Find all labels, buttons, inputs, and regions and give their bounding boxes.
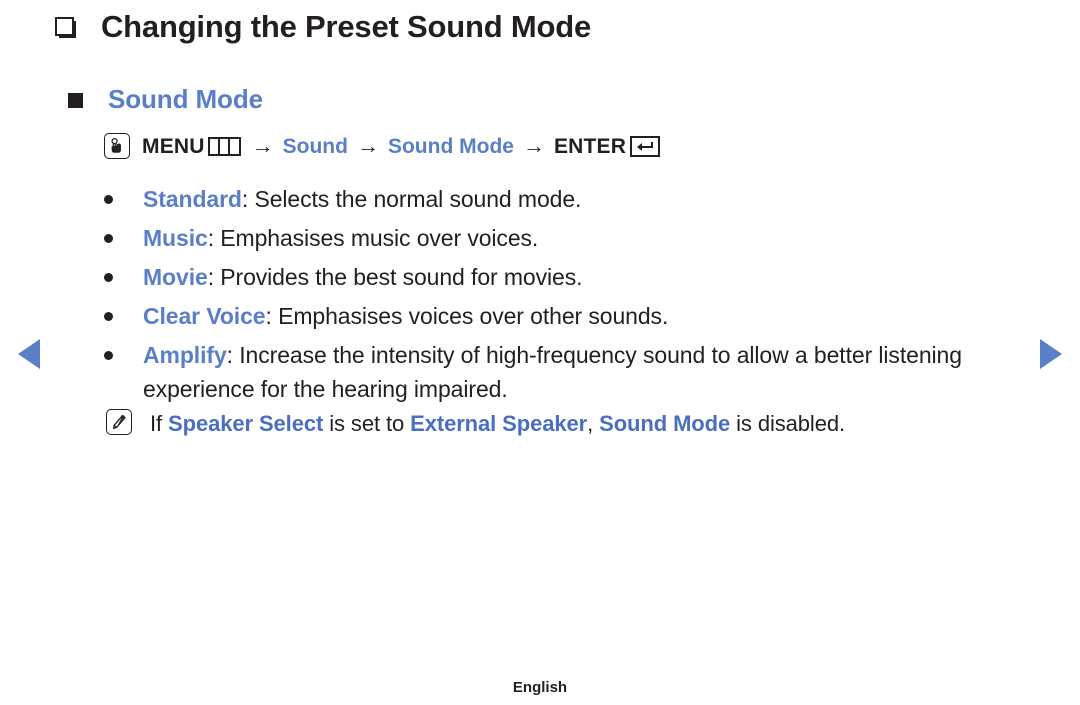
note-lead: If bbox=[150, 411, 169, 436]
previous-page-arrow-icon[interactable] bbox=[18, 339, 40, 369]
list-item: Movie: Provides the best sound for movie… bbox=[104, 260, 1004, 294]
option-term: Movie bbox=[143, 264, 208, 290]
option-term: Amplify bbox=[143, 342, 227, 368]
page-title-row: Changing the Preset Sound Mode bbox=[55, 8, 591, 45]
section-heading-row: Sound Mode bbox=[68, 84, 263, 115]
menu-step-sound: Sound bbox=[282, 134, 348, 158]
title-square-bullet-icon bbox=[55, 17, 76, 38]
hand-press-icon bbox=[104, 133, 130, 159]
note-pencil-icon bbox=[106, 409, 132, 435]
option-separator: : bbox=[207, 225, 221, 251]
menu-grid-icon bbox=[207, 136, 241, 156]
bullet-dot-icon bbox=[104, 351, 113, 360]
list-item: Standard: Selects the normal sound mode. bbox=[104, 182, 1004, 216]
option-description: Increase the intensity of high-frequency… bbox=[143, 342, 962, 402]
list-item: Music: Emphasises music over voices. bbox=[104, 221, 1004, 255]
bullet-dot-icon bbox=[104, 273, 113, 282]
note-emphasis-speaker-select: Speaker Select bbox=[168, 411, 324, 436]
enter-label: ENTER bbox=[553, 134, 627, 158]
option-description: Selects the normal sound mode. bbox=[254, 186, 582, 212]
option-text: Standard: Selects the normal sound mode. bbox=[143, 182, 581, 216]
path-arrow-3: → bbox=[522, 133, 545, 158]
section-heading: Sound Mode bbox=[108, 84, 263, 114]
option-separator: : bbox=[226, 342, 240, 368]
manual-page: Changing the Preset Sound Mode Sound Mod… bbox=[0, 0, 1080, 705]
option-text: Music: Emphasises music over voices. bbox=[143, 221, 538, 255]
menu-label: MENU bbox=[142, 134, 205, 158]
note-row: If Speaker Select is set to External Spe… bbox=[106, 409, 1006, 439]
option-separator: : bbox=[241, 186, 255, 212]
note-emphasis-sound-mode: Sound Mode bbox=[599, 411, 731, 436]
enter-return-icon bbox=[630, 135, 661, 157]
menu-step-sound-mode: Sound Mode bbox=[387, 134, 514, 158]
bullet-dot-icon bbox=[104, 234, 113, 243]
list-item: Clear Voice: Emphasises voices over othe… bbox=[104, 299, 1004, 333]
note-mid-1: is set to bbox=[323, 411, 411, 436]
sound-mode-option-list: Standard: Selects the normal sound mode.… bbox=[104, 182, 1004, 411]
option-separator: : bbox=[265, 303, 279, 329]
note-emphasis-external-speaker: External Speaker bbox=[410, 411, 588, 436]
option-separator: : bbox=[207, 264, 221, 290]
note-text: If Speaker Select is set to External Spe… bbox=[150, 409, 845, 439]
option-term: Clear Voice bbox=[143, 303, 266, 329]
section-square-bullet-icon bbox=[68, 93, 83, 108]
note-tail: is disabled. bbox=[730, 411, 845, 436]
option-term: Standard bbox=[143, 186, 242, 212]
option-text: Clear Voice: Emphasises voices over othe… bbox=[143, 299, 668, 333]
path-arrow-2: → bbox=[356, 133, 379, 158]
footer-language: English bbox=[512, 679, 568, 696]
option-text: Amplify: Increase the intensity of high-… bbox=[143, 338, 1004, 406]
option-description: Emphasises music over voices. bbox=[220, 225, 539, 251]
page-title: Changing the Preset Sound Mode bbox=[101, 9, 592, 44]
list-item: Amplify: Increase the intensity of high-… bbox=[104, 338, 1004, 406]
note-mid-2: , bbox=[587, 411, 600, 436]
option-description: Provides the best sound for movies. bbox=[220, 264, 583, 290]
option-description: Emphasises voices over other sounds. bbox=[278, 303, 669, 329]
bullet-dot-icon bbox=[104, 312, 113, 321]
next-page-arrow-icon[interactable] bbox=[1040, 339, 1062, 369]
option-term: Music bbox=[143, 225, 208, 251]
bullet-dot-icon bbox=[104, 195, 113, 204]
path-arrow-1: → bbox=[251, 133, 274, 158]
menu-path: MENU → Sound → Sound Mode → ENTER bbox=[104, 133, 661, 159]
option-text: Movie: Provides the best sound for movie… bbox=[143, 260, 583, 294]
